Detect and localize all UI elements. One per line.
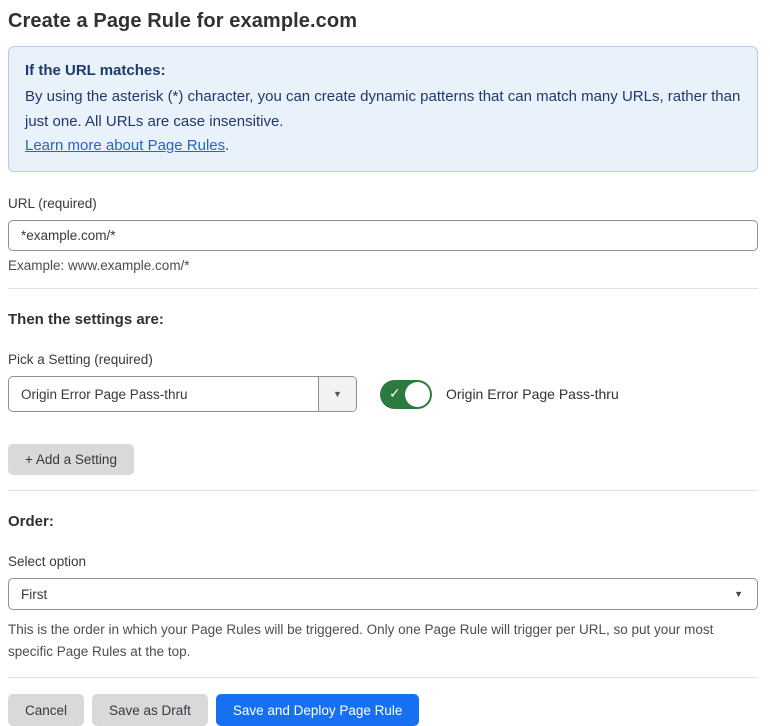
check-icon: ✓ — [389, 385, 401, 402]
settings-section-heading: Then the settings are: — [8, 311, 164, 329]
info-box-body: By using the asterisk (*) character, you… — [25, 88, 741, 130]
setting-toggle[interactable]: ✓ — [380, 379, 432, 409]
select-option-label: Select option — [8, 554, 87, 570]
save-as-draft-button[interactable]: Save as Draft — [92, 694, 208, 726]
learn-more-link[interactable]: Learn more about Page Rules — [25, 137, 225, 154]
url-match-info-box: If the URL matches: By using the asteris… — [8, 46, 758, 173]
order-section-heading: Order: — [8, 513, 54, 531]
footer-actions: Cancel Save as Draft Save and Deploy Pag… — [8, 694, 758, 726]
create-page-rule-panel: Create a Page Rule for example.com If th… — [0, 0, 770, 726]
add-setting-button[interactable]: + Add a Setting — [8, 444, 134, 476]
setting-picker-value: Origin Error Page Pass-thru — [21, 386, 188, 402]
setting-picker-dropdown[interactable]: Origin Error Page Pass-thru ▼ — [8, 376, 357, 413]
cancel-button[interactable]: Cancel — [8, 694, 85, 726]
divider — [8, 677, 758, 679]
link-period: . — [225, 136, 230, 154]
divider — [8, 490, 758, 492]
pick-setting-label: Pick a Setting (required) — [8, 352, 153, 368]
order-select-dropdown[interactable]: First ▼ — [8, 578, 758, 611]
divider — [8, 288, 758, 290]
save-and-deploy-button[interactable]: Save and Deploy Page Rule — [215, 694, 420, 726]
order-select-value: First — [21, 586, 48, 602]
info-box-link-line: Learn more about Page Rules. — [25, 134, 741, 158]
url-label: URL (required) — [8, 196, 97, 212]
select-arrow-icon: ▼ — [734, 589, 743, 600]
toggle-knob — [405, 381, 430, 407]
dropdown-arrow-icon[interactable]: ▼ — [318, 377, 356, 412]
info-box-heading: If the URL matches: — [25, 62, 166, 79]
page-title: Create a Page Rule for example.com — [8, 10, 358, 32]
order-help-text: This is the order in which your Page Rul… — [8, 622, 714, 659]
url-example-hint: Example: www.example.com/* — [8, 258, 190, 274]
setting-toggle-label: Origin Error Page Pass-thru — [446, 386, 619, 403]
url-input[interactable] — [8, 220, 758, 252]
setting-row: Origin Error Page Pass-thru ▼ ✓ Origin E… — [8, 376, 758, 413]
